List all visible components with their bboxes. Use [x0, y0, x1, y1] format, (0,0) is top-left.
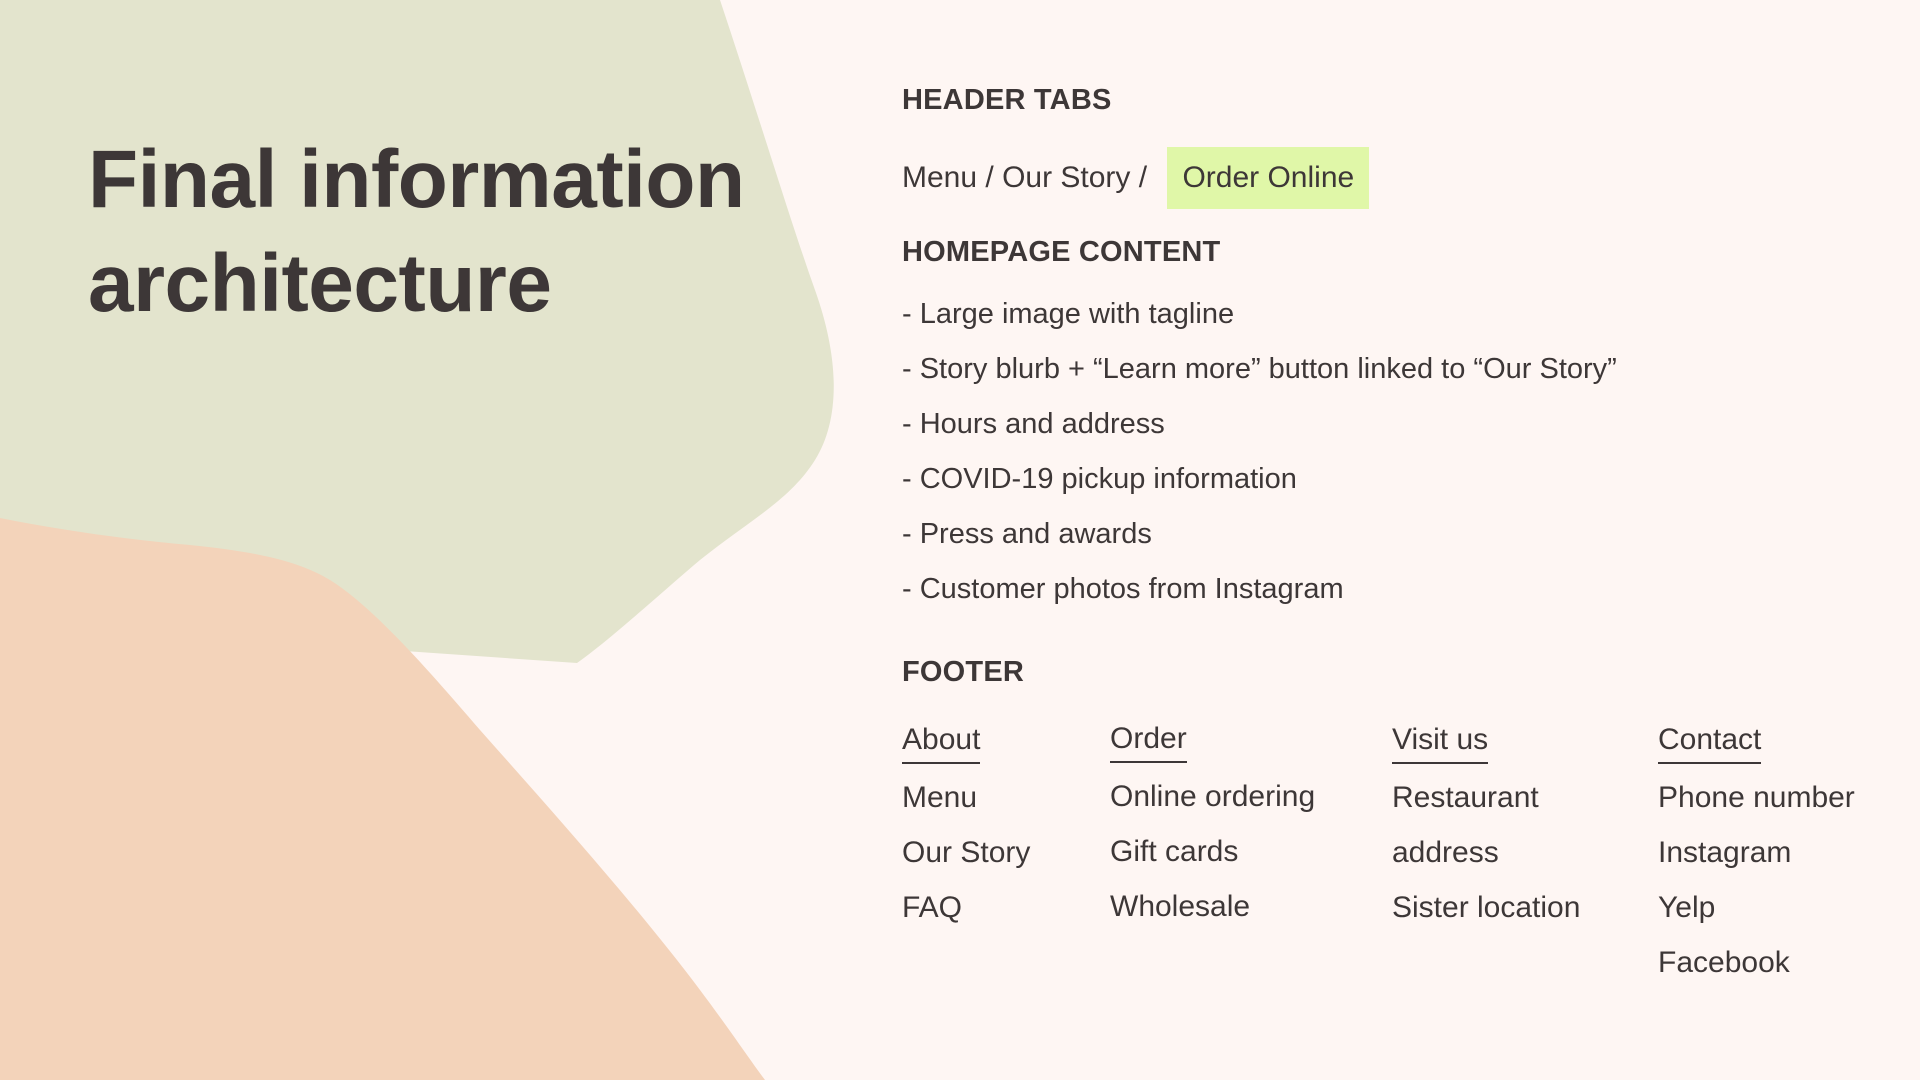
content-item: - Large image with tagline [902, 298, 1235, 330]
footer-item: Online ordering [1110, 780, 1316, 813]
footer-column-title: Contact [1658, 718, 1762, 764]
footer-item: Phone number [1658, 781, 1855, 814]
footer-item: Facebook [1658, 946, 1790, 979]
footer-column-title: About [902, 718, 981, 764]
footer-item: address [1392, 836, 1499, 869]
slide-title-line-2: architecture [88, 238, 552, 329]
content-item: - Story blurb + “Learn more” button link… [902, 353, 1617, 385]
footer-item: Wholesale [1110, 890, 1251, 923]
footer-item: Instagram [1658, 836, 1792, 869]
tab-separator: / [1130, 161, 1156, 194]
footer-column-title: Order [1110, 717, 1187, 763]
footer-item: FAQ [902, 891, 963, 924]
slide: Final information architecture HEADER TA… [0, 0, 1920, 1080]
footer-item: Our Story [902, 836, 1031, 869]
content-item: - Hours and address [902, 408, 1165, 440]
content-item: - Press and awards [902, 518, 1152, 550]
footer-column-visit-us: Visit us Restaurant address Sister locat… [1392, 718, 1580, 935]
homepage-content-list: - Large image with tagline - Story blurb… [902, 288, 1617, 618]
footer-column-contact: Contact Phone number Instagram Yelp Face… [1658, 718, 1855, 990]
footer-item: Yelp [1658, 891, 1716, 924]
footer-item: Gift cards [1110, 835, 1239, 868]
slide-title-line-1: Final information [88, 134, 745, 225]
footer-item: Restaurant [1392, 781, 1539, 814]
homepage-content-heading: HOMEPAGE CONTENT [902, 236, 1221, 268]
tab-menu: Menu [902, 161, 978, 194]
footer-column-title: Visit us [1392, 718, 1489, 764]
footer-item: Sister location [1392, 891, 1581, 924]
content-item: - COVID-19 pickup information [902, 463, 1297, 495]
header-tabs-heading: HEADER TABS [902, 84, 1112, 116]
header-tabs-row: Menu / Our Story / Order Online [902, 147, 1370, 209]
footer-column-about: About Menu Our Story FAQ [902, 718, 1030, 935]
footer-heading: FOOTER [902, 656, 1025, 688]
tab-our-story: Our Story [1002, 161, 1131, 194]
content-item: - Customer photos from Instagram [902, 573, 1344, 605]
tab-separator: / [977, 161, 1003, 194]
slide-title: Final information architecture [88, 128, 788, 336]
tab-order-online-highlighted: Order Online [1167, 147, 1370, 209]
footer-item: Menu [902, 781, 978, 814]
footer-column-order: Order Online ordering Gift cards Wholesa… [1110, 717, 1315, 934]
